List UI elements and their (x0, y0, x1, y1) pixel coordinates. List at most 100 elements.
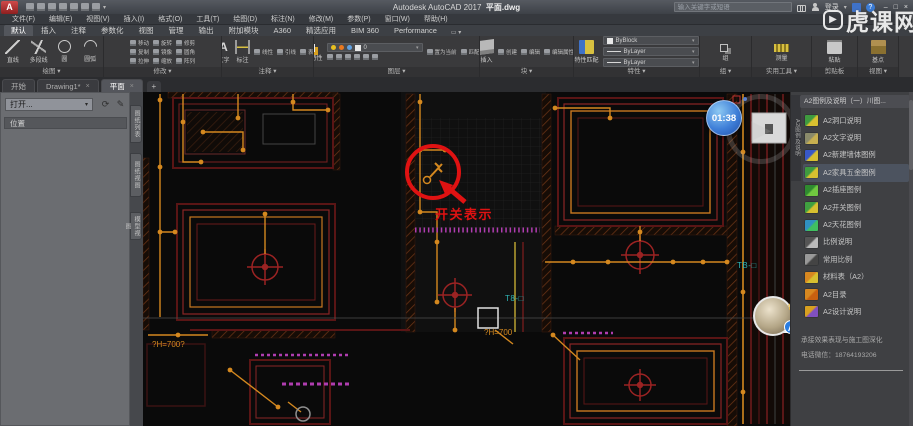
open-icon[interactable] (37, 3, 45, 11)
tool-表格[interactable]: 表格 (300, 48, 313, 56)
sidebar-scrollbar[interactable] (909, 92, 913, 426)
search-input[interactable] (674, 2, 792, 12)
menu-item-11[interactable]: 帮助(H) (418, 14, 454, 25)
tool-polyline[interactable]: 多段线 (28, 40, 50, 64)
edit-icon[interactable]: ✎ (114, 98, 127, 111)
menu-item-5[interactable]: 工具(T) (190, 14, 225, 25)
tool-创建[interactable]: 创建 (498, 48, 517, 56)
sheet-item-A2洞口说明[interactable]: A2洞口说明 (803, 112, 909, 129)
tool-circle[interactable]: 圆 (54, 40, 76, 63)
property-dropdown-1[interactable]: ByLayer▾ (603, 47, 699, 56)
panel-label-块[interactable]: 块 ▾ (480, 67, 573, 77)
ribbon-tab-附加模块[interactable]: 附加模块 (222, 25, 266, 36)
ribbon-tab-精选应用[interactable]: 精选应用 (299, 25, 343, 36)
tool-basepoint[interactable]: 基点 (865, 40, 891, 64)
palette-tab-图纸列表[interactable]: 图纸列表 (130, 105, 142, 143)
tool-layer-properties[interactable]: 图层特性 (314, 41, 323, 62)
sheet-item-材料表（A2）[interactable]: 材料表（A2） (803, 269, 909, 286)
tool-group[interactable]: 组 (713, 42, 739, 62)
ribbon-tab-BIM 360[interactable]: BIM 360 (344, 25, 386, 36)
tool-旋转[interactable]: 旋转 (153, 39, 172, 47)
refresh-icon[interactable]: ⟳ (99, 98, 112, 111)
menu-item-10[interactable]: 窗口(W) (379, 14, 416, 25)
menu-item-2[interactable]: 视图(V) (80, 14, 115, 25)
tool-移动[interactable]: 移动 (130, 39, 149, 47)
close-icon[interactable]: × (86, 83, 90, 90)
panel-label-特性[interactable]: 特性 ▾ (574, 67, 699, 77)
tool-拉伸[interactable]: 拉伸 (130, 57, 149, 65)
layer-tool-icon[interactable] (354, 54, 360, 60)
menu-item-4[interactable]: 格式(O) (152, 14, 188, 25)
tool-匹配图层[interactable]: 匹配图层 (461, 48, 479, 56)
layer-tool-icon[interactable] (345, 54, 351, 60)
sheet-item-A2新建墙体图例[interactable]: A2新建墙体图例 (803, 147, 909, 164)
tool-insert-block[interactable]: 插入 (480, 40, 494, 64)
ribbon-tab-默认[interactable]: 默认 (4, 25, 33, 36)
tool-置为当前[interactable]: 置为当前 (427, 48, 457, 56)
layer-tool-icon[interactable] (372, 54, 378, 60)
drawing-canvas[interactable]: 开关表示 ?H=700? ?H=700 T8-□ TB-□ ▶ 01:38 ♛ … (143, 92, 790, 426)
tool-match-properties[interactable]: 特性匹配 (575, 40, 599, 64)
sheet-item-A2目录[interactable]: A2目录 (803, 286, 909, 303)
ribbon-tab-视图[interactable]: 视图 (132, 25, 161, 36)
panel-label-视图[interactable]: 视图 ▾ (858, 67, 898, 77)
panel-label-修改[interactable]: 修改 ▾ (104, 67, 221, 77)
panel-label-实用工具[interactable]: 实用工具 ▾ (752, 67, 811, 77)
menu-item-8[interactable]: 修改(M) (303, 14, 340, 25)
sheet-item-A2家具五金图例[interactable]: A2家具五金图例 (803, 164, 909, 181)
panel-label-剪贴板[interactable]: 剪贴板 (812, 67, 857, 77)
tool-paste[interactable]: 粘贴 (822, 40, 848, 64)
tool-复制[interactable]: 复制 (130, 48, 149, 56)
sheet-item-A2文字说明[interactable]: A2文字说明 (803, 129, 909, 146)
location-column-header[interactable]: 位置 (4, 117, 127, 129)
tool-line[interactable]: 直线 (2, 40, 24, 64)
tool-text[interactable]: A文字 (222, 40, 231, 64)
redo-icon[interactable] (92, 3, 100, 11)
tool-编辑属性[interactable]: 编辑属性 (544, 48, 573, 56)
presenter-avatar[interactable]: ♛ A (753, 296, 790, 342)
menu-item-6[interactable]: 绘图(D) (227, 14, 263, 25)
file-tab-平面[interactable]: 平面× (101, 79, 143, 92)
plot-icon[interactable] (70, 3, 78, 11)
property-dropdown-0[interactable]: ByBlock▾ (603, 36, 699, 45)
save-icon[interactable] (48, 3, 56, 11)
panel-label-绘图[interactable]: 绘图 ▾ (0, 67, 103, 77)
menu-item-7[interactable]: 标注(N) (265, 14, 301, 25)
sheet-item-比例说明[interactable]: 比例说明 (803, 234, 909, 251)
layer-tool-icon[interactable] (336, 54, 342, 60)
ribbon-tab-插入[interactable]: 插入 (34, 25, 63, 36)
palette-tab-图纸视图[interactable]: 图纸视图 (130, 153, 142, 197)
tool-缩放[interactable]: 缩放 (153, 57, 172, 65)
qat-dropdown-icon[interactable]: ▾ (103, 4, 106, 11)
palette-tab-模型视图[interactable]: 模型视图 (130, 212, 142, 240)
ribbon-tab-管理[interactable]: 管理 (162, 25, 191, 36)
property-dropdown-2[interactable]: ByLayer▾ (603, 58, 699, 67)
close-icon[interactable]: × (130, 83, 134, 90)
new-tab-button[interactable]: + (147, 81, 161, 92)
panel-label-图层[interactable]: 图层 ▾ (314, 67, 479, 77)
panel-label-组[interactable]: 组 ▾ (700, 67, 751, 77)
menu-item-1[interactable]: 编辑(E) (43, 14, 78, 25)
layer-tool-icon[interactable] (363, 54, 369, 60)
undo-icon[interactable] (81, 3, 89, 11)
new-icon[interactable] (26, 3, 34, 11)
open-dropdown[interactable]: 打开... ▾ (5, 98, 93, 111)
ribbon-tab-参数化[interactable]: 参数化 (94, 25, 131, 36)
sheet-list-header[interactable]: A2图例及说明（一）川图... (800, 95, 910, 108)
sheet-item-A2开关图例[interactable]: A2开关图例 (803, 199, 909, 216)
tool-阵列[interactable]: 阵列 (176, 57, 195, 65)
search-icon[interactable] (797, 3, 806, 12)
sheet-item-常用比例[interactable]: 常用比例 (803, 251, 909, 268)
tool-measure[interactable]: 测量 (769, 41, 795, 62)
sheet-item-A2天花图例[interactable]: A2天花图例 (803, 216, 909, 233)
sidebar-vertical-tab[interactable]: A2图例及说明 (791, 95, 801, 181)
sheet-item-A2设计说明[interactable]: A2设计说明 (803, 303, 909, 320)
menu-item-0[interactable]: 文件(F) (6, 14, 41, 25)
tool-引线[interactable]: 引线 (277, 48, 296, 56)
tool-dimension[interactable]: 标注 (235, 40, 250, 64)
tool-圆角[interactable]: 圆角 (176, 48, 195, 56)
tool-镜像[interactable]: 镜像 (153, 48, 172, 56)
tool-编辑[interactable]: 编辑 (521, 48, 540, 56)
file-tab-Drawing1*[interactable]: Drawing1*× (37, 79, 99, 92)
saveas-icon[interactable] (59, 3, 67, 11)
